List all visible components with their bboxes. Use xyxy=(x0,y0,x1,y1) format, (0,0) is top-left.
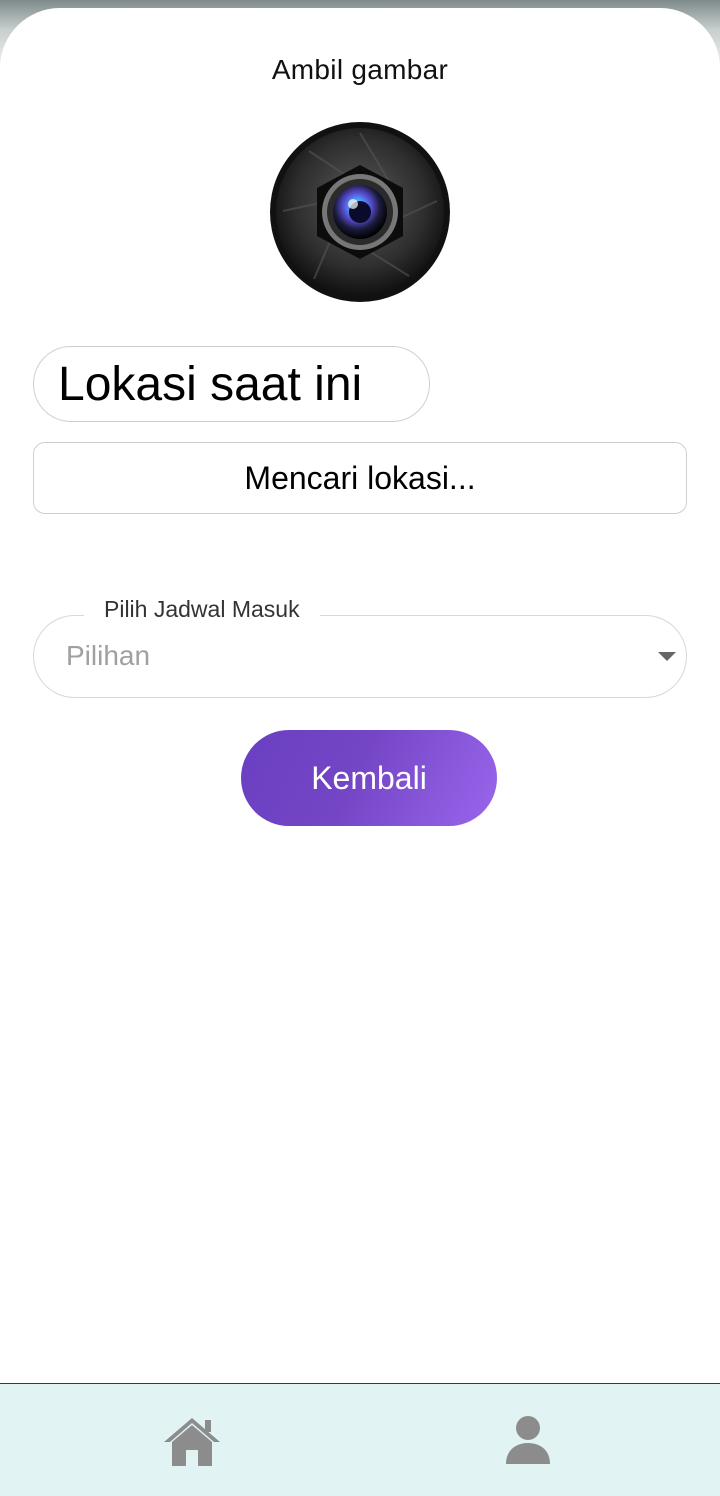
main-sheet: Ambil gambar Lokasi saat ini Mencari lok… xyxy=(0,8,720,1496)
back-button[interactable]: Kembali xyxy=(241,730,497,826)
camera-title: Ambil gambar xyxy=(271,54,449,85)
home-icon xyxy=(164,1418,220,1466)
nav-item-home[interactable] xyxy=(160,1414,224,1470)
camera-lens-icon xyxy=(270,122,450,302)
chevron-down-icon xyxy=(658,652,676,661)
schedule-placeholder: Pilihan xyxy=(66,640,151,671)
location-status: Mencari lokasi... xyxy=(33,442,687,514)
schedule-legend: Pilih Jadwal Masuk xyxy=(84,596,320,623)
take-photo-button[interactable] xyxy=(269,121,451,303)
schedule-select[interactable]: Pilihan xyxy=(33,615,687,698)
app-frame: Ambil gambar Lokasi saat ini Mencari lok… xyxy=(0,0,720,1496)
user-icon xyxy=(506,1416,550,1464)
current-location-label: Lokasi saat ini xyxy=(33,346,430,422)
bottom-nav xyxy=(0,1383,720,1496)
nav-item-profile[interactable] xyxy=(500,1414,556,1470)
